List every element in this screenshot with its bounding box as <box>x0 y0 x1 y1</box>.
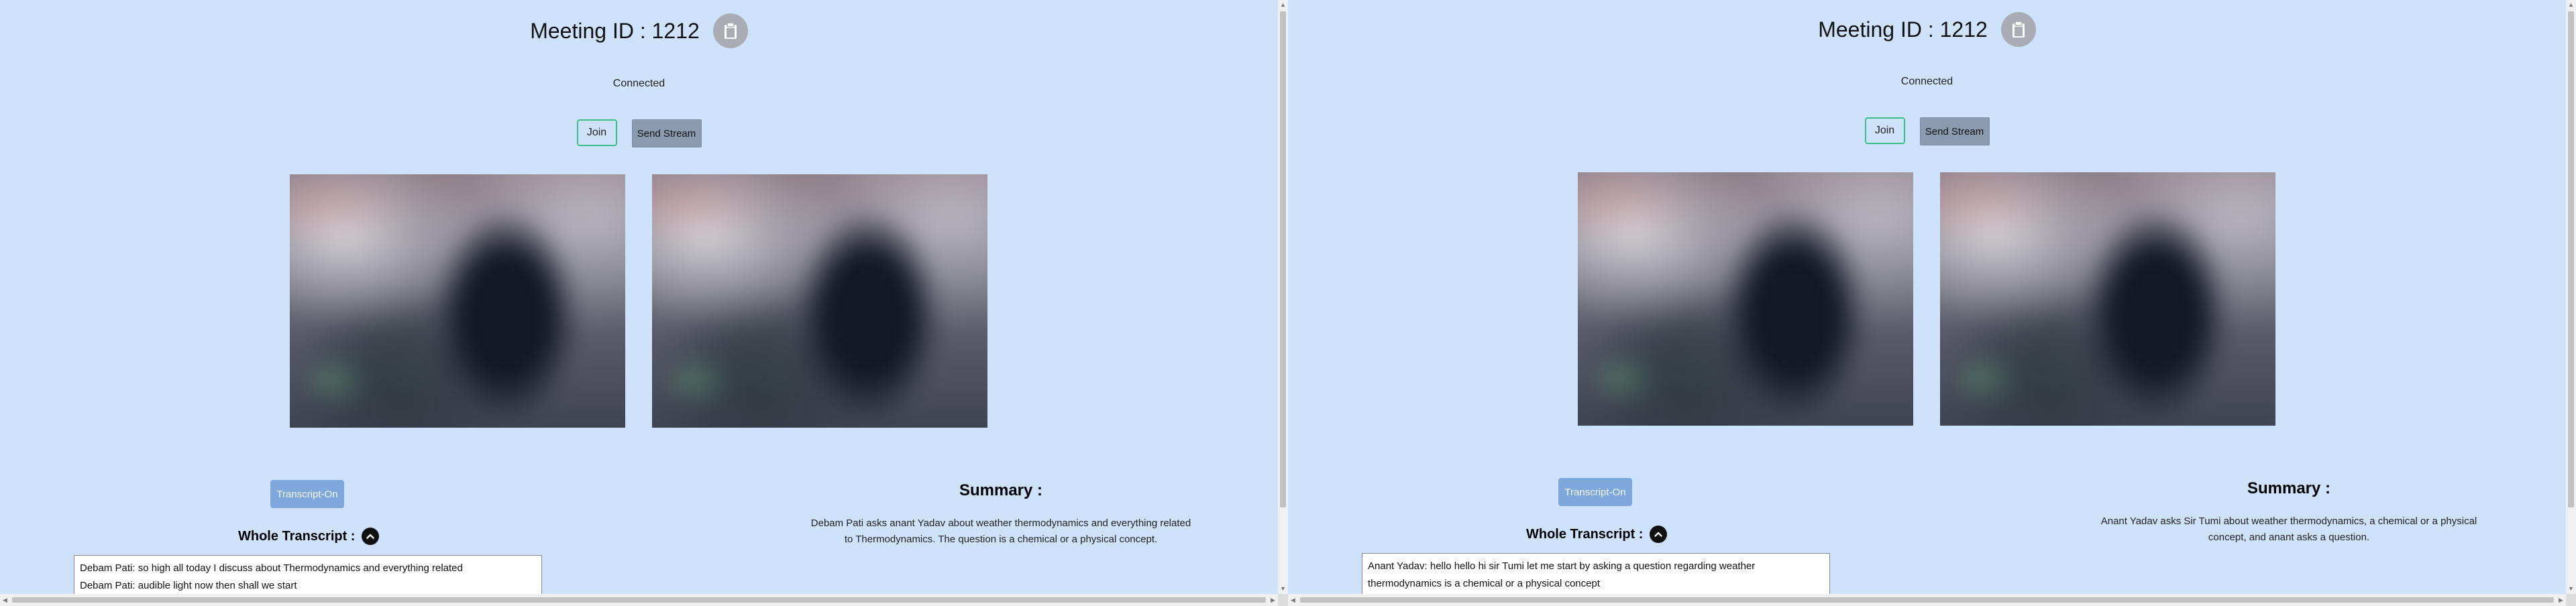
scrollbar-corner <box>1278 594 1288 606</box>
local-video <box>290 174 625 428</box>
collapse-transcript-button[interactable] <box>1650 526 1668 543</box>
scrollbar-thumb[interactable] <box>1280 11 1286 507</box>
meeting-id-label: Meeting ID : 1212 <box>1818 17 1988 42</box>
scroll-up-arrow-icon[interactable]: ▲ <box>2566 0 2576 10</box>
copy-meeting-id-button[interactable] <box>712 13 748 48</box>
scroll-down-arrow-icon[interactable]: ▼ <box>1278 584 1288 594</box>
scroll-left-arrow-icon[interactable]: ◀ <box>1288 594 1298 606</box>
chevron-up-icon <box>1654 532 1663 537</box>
action-buttons: Join Send Stream <box>0 119 1278 147</box>
transcript-box[interactable]: Debam Pati: so high all today I discuss … <box>74 555 542 594</box>
vertical-scrollbar-left[interactable]: ▲ ▼ <box>1278 0 1288 594</box>
clipboard-icon <box>2012 21 2025 38</box>
summary-line: Anant Yadav asks Sir Tumi about weather … <box>2100 516 2477 527</box>
remote-video <box>1940 172 2275 426</box>
scroll-right-arrow-icon[interactable]: ▶ <box>1268 594 1278 606</box>
remote-video <box>652 174 987 428</box>
meeting-id-label: Meeting ID : 1212 <box>530 18 700 43</box>
whole-transcript-label: Whole Transcript : <box>238 528 356 544</box>
scrollbar-corner <box>2566 594 2576 606</box>
scroll-left-arrow-icon[interactable]: ◀ <box>0 594 10 606</box>
meeting-panel-right: Meeting ID : 1212 Connected Join Send St… <box>1288 0 2566 594</box>
join-button[interactable]: Join <box>1864 117 1905 144</box>
join-button[interactable]: Join <box>576 119 617 146</box>
connection-status: Connected <box>612 78 665 89</box>
transcript-line: thermodynamics is a chemical or a physic… <box>1368 578 1600 589</box>
transcript-line: Debam Pati: audible light now then shall… <box>80 580 297 591</box>
whole-transcript-header: Whole Transcript : <box>1526 526 1668 543</box>
clipboard-icon <box>724 22 737 39</box>
summary-line: to Thermodynamics. The question is a che… <box>844 534 1158 545</box>
whole-transcript-label: Whole Transcript : <box>1526 526 1644 542</box>
action-buttons: Join Send Stream <box>1288 117 2566 145</box>
transcript-line: Anant Yadav: hello hello hi sir Tumi let… <box>1368 560 1756 572</box>
scrollbar-thumb[interactable] <box>1300 597 2554 603</box>
scroll-right-arrow-icon[interactable]: ▶ <box>2556 594 2566 606</box>
chevron-up-icon <box>366 534 375 539</box>
meeting-header: Meeting ID : 1212 <box>1288 12 2566 47</box>
copy-meeting-id-button[interactable] <box>2000 12 2036 47</box>
meeting-panel-left: Meeting ID : 1212 Connected Join Send St… <box>0 0 1278 594</box>
send-stream-button[interactable]: Send Stream <box>631 119 702 147</box>
collapse-transcript-button[interactable] <box>362 528 380 545</box>
scrollbar-thumb[interactable] <box>2568 11 2574 507</box>
summary-line: Debam Pati asks anant Yadav about weathe… <box>810 518 1191 529</box>
connection-status: Connected <box>1900 76 1953 87</box>
summary-line: concept, and anant asks a question. <box>2208 532 2370 543</box>
transcript-box[interactable]: Anant Yadav: hello hello hi sir Tumi let… <box>1362 553 1830 594</box>
whole-transcript-header: Whole Transcript : <box>238 528 380 545</box>
vertical-scrollbar-right[interactable]: ▲ ▼ <box>2566 0 2576 594</box>
scroll-up-arrow-icon[interactable]: ▲ <box>1278 0 1288 10</box>
summary-title: Summary : <box>959 481 1043 499</box>
scroll-down-arrow-icon[interactable]: ▼ <box>2566 584 2576 594</box>
horizontal-scrollbar-left[interactable]: ◀ ▶ <box>0 594 1278 606</box>
transcript-toggle-button[interactable]: Transcript-On <box>270 480 344 508</box>
horizontal-scrollbar-right[interactable]: ◀ ▶ <box>1288 594 2566 606</box>
send-stream-button[interactable]: Send Stream <box>1919 117 1990 145</box>
summary-title: Summary : <box>2247 479 2331 497</box>
transcript-toggle-button[interactable]: Transcript-On <box>1558 478 1632 506</box>
local-video <box>1578 172 1913 426</box>
scrollbar-thumb[interactable] <box>12 597 1266 603</box>
meeting-header: Meeting ID : 1212 <box>0 13 1278 48</box>
summary-text: Debam Pati asks anant Yadav about weathe… <box>733 516 1269 548</box>
summary-text: Anant Yadav asks Sir Tumi about weather … <box>2021 513 2557 546</box>
transcript-line: Debam Pati: so high all today I discuss … <box>80 562 463 574</box>
